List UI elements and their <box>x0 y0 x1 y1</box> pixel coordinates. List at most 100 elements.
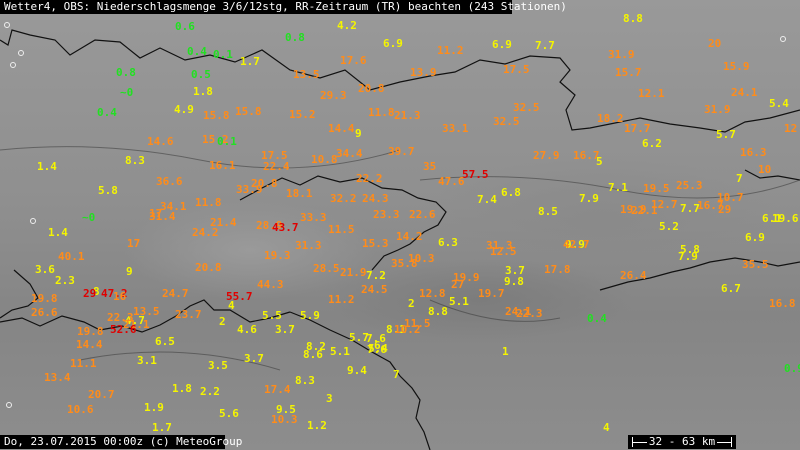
station-value: 33.9 <box>236 183 263 196</box>
station-value: 5.6 <box>219 407 239 420</box>
station-value: 14.2 <box>396 230 423 243</box>
station-value: 19.8 <box>31 292 58 305</box>
station-value: 32.5 <box>513 101 540 114</box>
station-value: 19.7 <box>478 287 505 300</box>
station-value: 0.4 <box>97 106 117 119</box>
station-value: 7.9 <box>579 192 599 205</box>
station-value: 22.4 <box>263 160 290 173</box>
station-value: 52.6 <box>110 323 137 336</box>
station-value: 15.8 <box>235 105 262 118</box>
station-value: 7.1 <box>608 181 628 194</box>
station-value: 16.8 <box>769 297 796 310</box>
station-value: 1.7 <box>240 55 260 68</box>
station-value: 16.1 <box>209 159 236 172</box>
station-value: 44.3 <box>257 278 284 291</box>
station-value: 15.8 <box>203 109 230 122</box>
station-value: 31.9 <box>704 103 731 116</box>
station-value: 5.1 <box>330 345 350 358</box>
station-value: 4.6 <box>237 323 257 336</box>
station-value: 12.5 <box>490 245 517 258</box>
station-value: 20.8 <box>358 82 385 95</box>
station-value: 3.7 <box>275 323 295 336</box>
station-value: 1 <box>502 345 509 358</box>
station-value: 2 <box>219 315 226 328</box>
station-value: 14.4 <box>76 338 103 351</box>
station-dot <box>4 22 10 28</box>
station-value: 3 <box>326 392 333 405</box>
station-value: 5 <box>596 155 603 168</box>
station-value: 33.3 <box>300 211 327 224</box>
station-value: 4 <box>228 299 235 312</box>
station-value: 8.8 <box>623 12 643 25</box>
station-value: 17.7 <box>624 122 651 135</box>
station-value: 39.7 <box>388 145 415 158</box>
scale-label: 32 - 63 km <box>646 435 718 448</box>
station-value: 29 <box>83 287 97 300</box>
station-value: 8.5 <box>538 205 558 218</box>
station-value: 35 <box>423 160 437 173</box>
station-value: 43.7 <box>272 221 299 234</box>
station-value: 5.5 <box>262 309 282 322</box>
station-value: 24.2 <box>192 226 219 239</box>
station-value: 9 <box>355 127 362 140</box>
station-value: 20.8 <box>195 261 222 274</box>
station-value: 10.6 <box>67 403 94 416</box>
station-value: 17.6 <box>340 54 367 67</box>
station-value: 6.9 <box>383 37 403 50</box>
station-value: 15.9 <box>723 60 750 73</box>
station-value: 11.8 <box>368 106 395 119</box>
station-value: 47.6 <box>438 175 465 188</box>
station-value: 20 <box>708 37 722 50</box>
station-value: 31.3 <box>295 239 322 252</box>
station-value: 13.9 <box>410 66 437 79</box>
station-value: 17.5 <box>503 63 530 76</box>
station-value: 8.8 <box>428 305 448 318</box>
station-dot <box>6 402 12 408</box>
station-value: 10 <box>758 163 772 176</box>
station-value: 0.4 <box>587 312 607 325</box>
station-value: 3.1 <box>137 354 157 367</box>
station-value: 1.4 <box>48 226 68 239</box>
station-value: 16.3 <box>740 146 767 159</box>
station-value: 19.6 <box>772 212 799 225</box>
station-value: 19.8 <box>77 325 104 338</box>
station-value: 12.1 <box>638 87 665 100</box>
station-value: 8.3 <box>295 374 315 387</box>
station-value: 35.5 <box>742 258 769 271</box>
station-value: 11.2 <box>437 44 464 57</box>
station-value: 4.9 <box>174 103 194 116</box>
station-value: 11.5 <box>328 223 355 236</box>
station-value: 10.2 <box>394 323 421 336</box>
station-dot <box>780 36 786 42</box>
station-value: 10.3 <box>408 252 435 265</box>
station-value: 5.1 <box>449 295 469 308</box>
station-value: 0.8 <box>116 66 136 79</box>
station-dot <box>18 50 24 56</box>
station-value: 7.2 <box>366 269 386 282</box>
station-value: 0.5 <box>191 68 211 81</box>
station-value: 2.3 <box>55 274 75 287</box>
station-value: 6.2 <box>642 137 662 150</box>
station-value: 23.3 <box>373 208 400 221</box>
station-value: 33.1 <box>442 122 469 135</box>
station-value: 25.3 <box>676 179 703 192</box>
station-value: 1.8 <box>193 85 213 98</box>
station-value: 36.6 <box>156 175 183 188</box>
station-value: 0.4 <box>187 45 207 58</box>
station-value: 0.9 <box>784 362 800 375</box>
station-value: 28.5 <box>313 262 340 275</box>
station-value: 18.2 <box>597 112 624 125</box>
station-value: ~0 <box>120 86 134 99</box>
station-value: 5.4 <box>769 97 789 110</box>
station-value: ~0 <box>82 211 96 224</box>
station-value: 7.4 <box>477 193 497 206</box>
station-value: 31.9 <box>608 48 635 61</box>
station-value: 6.7 <box>721 282 741 295</box>
station-value: 3.6 <box>35 263 55 276</box>
station-value: 27.9 <box>533 149 560 162</box>
station-value: 6.9 <box>745 231 765 244</box>
station-value: 24.3 <box>362 192 389 205</box>
station-value: 5.7 <box>716 128 736 141</box>
station-value: 27 <box>451 278 465 291</box>
map-title: Wetter4, OBS: Niederschlagsmenge 3/6/12s… <box>0 0 567 14</box>
